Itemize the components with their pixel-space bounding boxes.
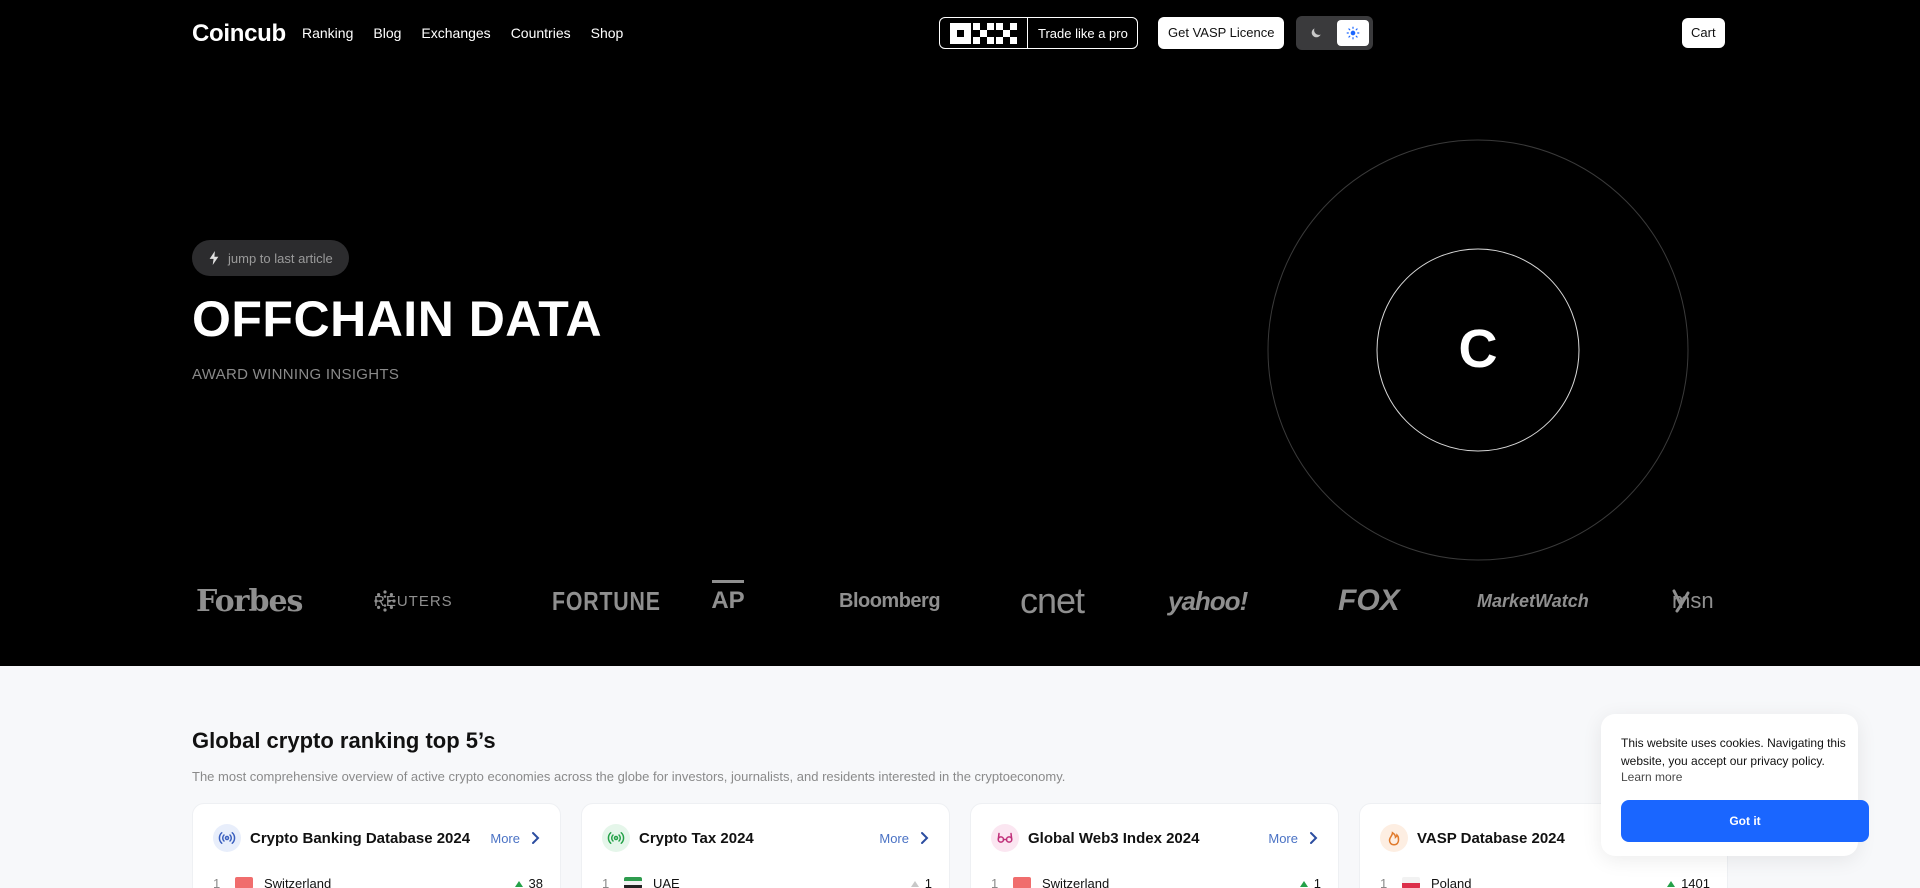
card-title: Crypto Banking Database 2024 [250, 830, 471, 847]
trend-up-icon [1667, 880, 1676, 887]
ranking-section-description: The most comprehensive overview of activ… [192, 769, 1066, 784]
ranking-card-crypto-banking: Crypto Banking Database 2024 More 1 Swit… [192, 803, 561, 888]
country-name: UAE [653, 876, 680, 888]
moon-icon[interactable] [1300, 20, 1333, 46]
nav-link-exchanges[interactable]: Exchanges [421, 25, 490, 41]
broadcast-icon [602, 824, 630, 852]
marketwatch-logo: MarketWatch [1477, 590, 1589, 611]
list-item[interactable]: 1 Switzerland 1 [991, 874, 1321, 888]
rank-value: 1401 [1667, 876, 1710, 888]
site-logo[interactable]: Coincub [192, 20, 286, 48]
page-subtitle: AWARD WINNING INSIGHTS [192, 366, 400, 383]
chevron-right-icon[interactable] [1306, 831, 1320, 845]
trend-up-icon [1299, 880, 1308, 887]
hero-section: Coincub Ranking Blog Exchanges Countries… [0, 0, 1920, 666]
flame-icon [1380, 824, 1408, 852]
okx-tagline: Trade like a pro [1038, 25, 1128, 41]
rank-value-number: 1 [1313, 876, 1321, 888]
chevron-right-icon[interactable] [917, 831, 931, 845]
broadcast-icon [213, 824, 241, 852]
theme-toggle[interactable] [1296, 16, 1373, 50]
glasses-icon [991, 824, 1019, 852]
rank-value-number: 1 [924, 876, 932, 888]
country-name: Switzerland [1042, 876, 1110, 888]
cookie-banner: This website uses cookies. Navigating th… [1601, 714, 1869, 856]
learn-more-link[interactable]: Learn more [1621, 770, 1682, 784]
list-item[interactable]: 1 Poland 1401 [1380, 874, 1710, 888]
ranking-card-global-web3: Global Web3 Index 2024 More 1 Switzerlan… [970, 803, 1339, 888]
okx-banner[interactable]: Trade like a pro [939, 17, 1138, 49]
rank-value: 1 [910, 876, 932, 888]
top-navigation: Coincub Ranking Blog Exchanges Countries… [192, 16, 1728, 50]
country-name: Poland [1431, 876, 1472, 888]
card-more-link[interactable]: More [490, 831, 520, 846]
uae-flag-icon [624, 877, 642, 888]
switzerland-flag-icon [235, 877, 253, 888]
chevron-right-icon[interactable] [528, 831, 542, 845]
rank-value: 1 [1299, 876, 1321, 888]
card-more-link[interactable]: More [879, 831, 909, 846]
rank-value: 38 [514, 876, 543, 888]
switzerland-flag-icon [1013, 877, 1031, 888]
yahoo-logo: yahoo! [1168, 585, 1248, 616]
country-name: Switzerland [264, 876, 332, 888]
list-item[interactable]: 1 Switzerland 38 [213, 874, 543, 888]
trend-neutral-icon [910, 880, 919, 887]
jump-to-last-article-button[interactable]: jump to last article [192, 240, 349, 276]
poland-flag-icon [1402, 877, 1420, 888]
cart-button[interactable]: Cart [1682, 18, 1725, 48]
cookie-message: This website uses cookies. Navigating th… [1621, 736, 1846, 768]
forbes-logo: Forbes [196, 583, 303, 619]
card-more-link[interactable]: More [1268, 831, 1298, 846]
msn-wordmark: msn [1672, 588, 1714, 613]
nav-links: Ranking Blog Exchanges Countries Shop [302, 25, 623, 41]
page-title: OFFCHAIN DATA [192, 291, 603, 347]
jump-label: jump to last article [228, 250, 333, 266]
rank-number: 1 [602, 876, 610, 888]
reuters-wordmark: REUTERS [374, 592, 453, 610]
rank-value-number: 38 [528, 876, 543, 888]
coincub-emblem: C [1267, 139, 1689, 561]
nav-link-countries[interactable]: Countries [511, 25, 571, 41]
fox-logo: FOX [1338, 584, 1400, 617]
reuters-logo: REUTERS [374, 578, 452, 624]
press-logos: Forbes REUTERS FORTUNE AP Bloomberg cnet… [192, 578, 1736, 624]
card-title: Global Web3 Index 2024 [1028, 830, 1200, 847]
card-title: Crypto Tax 2024 [639, 830, 754, 847]
msn-logo: msn [1672, 578, 1714, 624]
bloomberg-logo: Bloomberg [839, 589, 941, 612]
rank-number: 1 [1380, 876, 1388, 888]
lightning-icon [209, 251, 219, 265]
nav-link-blog[interactable]: Blog [373, 25, 401, 41]
fortune-logo: FORTUNE [552, 585, 661, 616]
rank-number: 1 [991, 876, 999, 888]
okx-logo-icon [940, 18, 1028, 48]
ap-underline [712, 580, 744, 583]
list-item[interactable]: 1 UAE 1 [602, 874, 932, 888]
rank-number: 1 [213, 876, 221, 888]
card-title: VASP Database 2024 [1417, 830, 1565, 847]
cnet-logo: cnet [1020, 580, 1085, 621]
ranking-section-title: Global crypto ranking top 5’s [192, 728, 496, 753]
nav-link-ranking[interactable]: Ranking [302, 25, 353, 41]
ap-wordmark: AP [711, 587, 745, 614]
nav-link-shop[interactable]: Shop [591, 25, 624, 41]
rank-value-number: 1401 [1681, 876, 1710, 888]
trend-up-icon [514, 880, 523, 887]
ranking-card-crypto-tax: Crypto Tax 2024 More 1 UAE 1 [581, 803, 950, 888]
sun-icon[interactable] [1336, 20, 1369, 46]
get-vasp-licence-button[interactable]: Get VASP Licence [1158, 17, 1285, 49]
accept-cookies-button[interactable]: Got it [1621, 800, 1869, 842]
